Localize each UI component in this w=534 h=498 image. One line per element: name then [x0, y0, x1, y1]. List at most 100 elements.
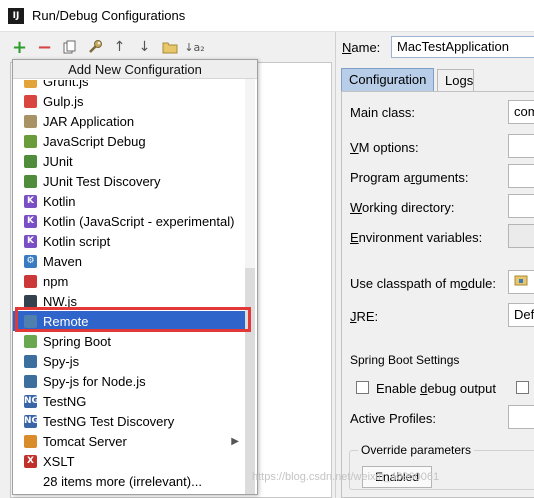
spring-boot-settings-header: Spring Boot Settings	[350, 353, 460, 367]
vm-options-field[interactable]	[508, 134, 534, 158]
popup-item-gulp-js[interactable]: Gulp.js	[13, 91, 245, 111]
popup-list-viewport: Grunt.js Gulp.js JAR Application JavaScript…	[13, 80, 257, 494]
jar-icon	[24, 114, 37, 128]
jre-field[interactable]: Def	[508, 303, 534, 327]
popup-item-kotlin-script[interactable]: K Kotlin script	[13, 231, 245, 251]
nwjs-icon	[24, 294, 37, 308]
spyjs-icon	[24, 354, 37, 368]
classpath-module-select[interactable]	[508, 270, 534, 294]
grunt-icon	[24, 80, 37, 88]
add-new-configuration-popup: Add New Configuration Grunt.js Gulp.js JAR…	[12, 59, 258, 495]
popup-item-label: Spy-js for Node.js	[43, 373, 146, 389]
popup-item-maven[interactable]: ⚙ Maven	[13, 251, 245, 271]
second-checkbox[interactable]	[516, 381, 529, 394]
popup-item-label: Gulp.js	[43, 93, 84, 109]
name-input[interactable]: MacTestApplication	[391, 36, 534, 58]
popup-item-label: Spy-js	[43, 353, 80, 369]
program-arguments-field[interactable]	[508, 164, 534, 188]
popup-item-javascript-debug[interactable]: JavaScript Debug	[13, 131, 245, 151]
classpath-module-label: Use classpath of module:	[350, 276, 496, 291]
copy-icon[interactable]	[60, 38, 79, 57]
name-label: Name:	[342, 40, 381, 55]
dialog-body: + − ↑ ↓ ↓a₂ Name: MacTestApplication Con…	[0, 32, 534, 498]
module-icon	[514, 275, 528, 286]
tab-logs[interactable]: Logs	[437, 69, 474, 92]
active-profiles-field[interactable]	[508, 405, 534, 429]
popup-item-label: Kotlin	[43, 193, 76, 209]
program-arguments-label: Program arguments:	[350, 170, 469, 185]
popup-item-label: Grunt.js	[43, 80, 89, 89]
highlight-box	[15, 307, 251, 332]
popup-item-xslt[interactable]: X XSLT	[13, 451, 245, 471]
main-class-label: Main class:	[350, 105, 416, 120]
main-class-field[interactable]: com	[508, 100, 534, 124]
popup-item-kotlin-javascript-experimental[interactable]: K Kotlin (JavaScript - experimental)	[13, 211, 245, 231]
popup-item-testng-test-discovery[interactable]: NG TestNG Test Discovery	[13, 411, 245, 431]
popup-item-tomcat-server[interactable]: Tomcat Server ▶	[13, 431, 245, 451]
popup-item-label: Kotlin script	[43, 233, 111, 249]
kotlin-script-icon: K	[24, 234, 37, 248]
testng-discovery-icon: NG	[24, 414, 39, 428]
xslt-icon: X	[24, 454, 37, 468]
popup-list: Grunt.js Gulp.js JAR Application JavaScript…	[13, 80, 245, 491]
popup-item-label: Maven	[43, 253, 83, 269]
remove-icon[interactable]: −	[35, 37, 54, 58]
environment-variables-field[interactable]	[508, 224, 534, 248]
sort-icon[interactable]: ↓a₂	[184, 38, 204, 57]
popup-item-label: TestNG	[43, 393, 87, 409]
popup-item-label: Spring Boot	[43, 333, 111, 349]
js-debug-icon	[24, 134, 37, 148]
popup-item-npm[interactable]: npm	[13, 271, 245, 291]
popup-item-kotlin[interactable]: K Kotlin	[13, 191, 245, 211]
tomcat-icon	[24, 434, 37, 448]
junit-icon	[24, 154, 37, 168]
popup-item-jar-application[interactable]: JAR Application	[13, 111, 245, 131]
override-parameters-label: Override parameters	[358, 443, 475, 457]
active-profiles-label: Active Profiles:	[350, 411, 436, 426]
add-icon[interactable]: +	[10, 37, 29, 58]
wrench-icon[interactable]	[85, 38, 104, 57]
popup-item-label: TestNG Test Discovery	[43, 413, 175, 429]
popup-scrollbar-thumb[interactable]	[245, 268, 255, 494]
tab-configuration[interactable]: Configuration	[341, 68, 435, 91]
popup-item-grunt-js[interactable]: Grunt.js	[13, 80, 245, 91]
splitter[interactable]	[335, 32, 336, 498]
popup-item-junit-test-discovery[interactable]: JUnit Test Discovery	[13, 171, 245, 191]
popup-item-label: JUnit	[43, 153, 73, 169]
popup-item-label: Kotlin (JavaScript - experimental)	[43, 213, 235, 229]
popup-item-junit[interactable]: JUnit	[13, 151, 245, 171]
maven-icon: ⚙	[24, 254, 37, 268]
title-bar: IJ Run/Debug Configurations	[0, 0, 534, 32]
window-title: Run/Debug Configurations	[32, 8, 186, 23]
popup-item-spring-boot[interactable]: Spring Boot	[13, 331, 245, 351]
environment-variables-label: Environment variables:	[350, 230, 483, 245]
intellij-app-icon: IJ	[8, 8, 24, 24]
submenu-arrow-icon: ▶	[231, 435, 239, 447]
vm-options-label: VM options:	[350, 140, 419, 155]
popup-item-label: JavaScript Debug	[43, 133, 146, 149]
jre-label: JRE:	[350, 309, 379, 324]
popup-item-spy-js-for-node-js[interactable]: Spy-js for Node.js	[13, 371, 245, 391]
kotlin-js-icon: K	[24, 214, 37, 228]
blank-icon	[24, 475, 37, 488]
popup-item-label: Tomcat Server	[43, 433, 127, 449]
working-directory-field[interactable]	[508, 194, 534, 218]
enable-debug-output-checkbox[interactable]	[356, 381, 369, 394]
working-directory-label: Working directory:	[350, 200, 455, 215]
move-down-icon[interactable]: ↓	[135, 38, 154, 57]
move-up-icon[interactable]: ↑	[110, 38, 129, 57]
popup-item-label: npm	[43, 273, 69, 289]
watermark: https://blog.csdn.net/weixin_40960061	[252, 471, 440, 483]
popup-item-testng[interactable]: NG TestNG	[13, 391, 245, 411]
popup-item-spy-js[interactable]: Spy-js	[13, 351, 245, 371]
folder-icon[interactable]	[160, 38, 179, 57]
gulp-icon	[24, 94, 37, 108]
spyjs-node-icon	[24, 374, 37, 388]
spring-boot-icon	[24, 334, 37, 348]
kotlin-icon: K	[24, 194, 37, 208]
junit-discovery-icon	[24, 174, 37, 188]
configurations-toolbar: + − ↑ ↓ ↓a₂	[10, 37, 205, 58]
popup-item-label: 28 items more (irrelevant)...	[43, 473, 202, 489]
popup-item-28-items-more-irrelevant[interactable]: 28 items more (irrelevant)...	[13, 471, 245, 491]
popup-item-label: JUnit Test Discovery	[43, 173, 161, 189]
